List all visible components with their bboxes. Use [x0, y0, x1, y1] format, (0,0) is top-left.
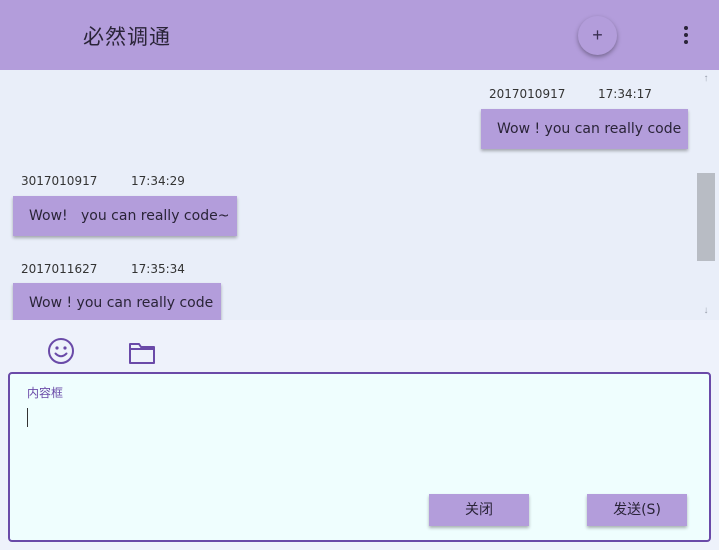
message-time: 17:34:29 [131, 174, 185, 188]
more-options-button[interactable] [676, 22, 696, 48]
message-sender: 3017010917 [21, 174, 98, 188]
send-button[interactable]: 发送(S) [587, 494, 687, 526]
chat-scrollbar[interactable]: ↑ ↓ [697, 70, 715, 320]
scroll-down-icon[interactable]: ↓ [697, 304, 715, 318]
message-input[interactable] [27, 406, 687, 428]
more-vert-icon [684, 26, 688, 30]
message-bubble: Wow ! you can really code [481, 109, 688, 149]
message-editor[interactable]: 内容框 关闭 发送(S) [8, 372, 711, 542]
message-bubble: Wow! you can really code~ [13, 196, 237, 236]
message-time: 17:34:17 [598, 87, 652, 101]
message-sender: 2017011627 [21, 262, 98, 276]
message-list: 2017010917 17:34:17 Wow ! you can really… [0, 70, 719, 320]
message-sender: 2017010917 [489, 87, 566, 101]
editor-label: 内容框 [27, 386, 64, 400]
app-header: 必然调通 + [0, 0, 719, 70]
scroll-thumb[interactable] [697, 173, 715, 261]
smiley-icon [48, 338, 74, 364]
message-time: 17:35:34 [131, 262, 185, 276]
scroll-up-icon[interactable]: ↑ [697, 72, 715, 86]
folder-icon [129, 343, 155, 364]
close-button[interactable]: 关闭 [429, 494, 529, 526]
emoji-button[interactable] [47, 337, 75, 370]
window-title: 必然调通 [83, 25, 171, 49]
compose-toolbar [0, 320, 719, 372]
plus-icon: + [592, 25, 603, 45]
add-button[interactable]: + [578, 16, 617, 55]
message-bubble: Wow ! you can really code [13, 283, 221, 320]
file-button[interactable] [128, 341, 156, 370]
